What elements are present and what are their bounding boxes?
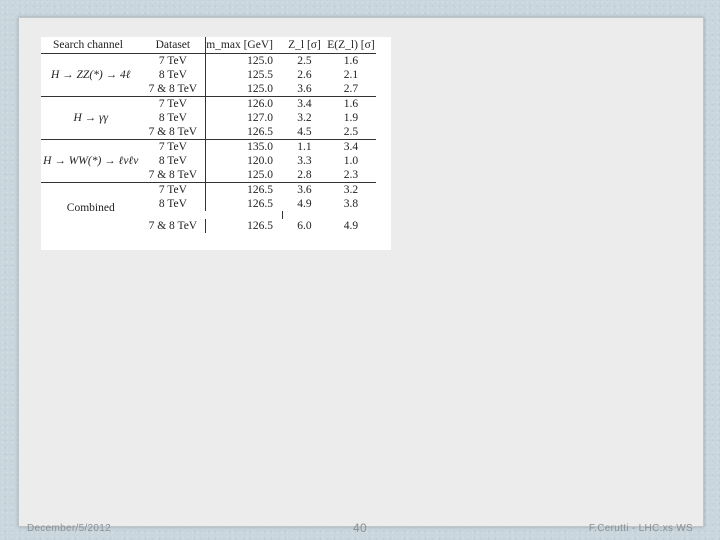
zl-cell: 3.3 (297, 155, 312, 167)
channel-cell: H → ZZ(*) → 4ℓ (41, 53, 141, 97)
channel-cell: H → γγ (41, 96, 141, 140)
mmax-cell: 125.0 (205, 168, 283, 183)
mmax-cell: 125.0 (247, 55, 273, 67)
ezl-cell: 2.1 (343, 69, 359, 81)
zl-cell: 6.0 (297, 220, 312, 232)
mmax-cell: 135.0 (247, 141, 273, 153)
ezl-cell: 1.6 (343, 98, 359, 110)
channel-cell: Combined (66, 202, 115, 214)
header-zl: Z_l [σ] (282, 37, 326, 54)
mmax-cell: 126.5 (247, 198, 273, 210)
table-row: H → ZZ(*) → 4ℓ 7 TeV 125.0 2.5 1.6 (41, 53, 391, 97)
ezl-cell: 3.8 (343, 198, 359, 210)
mmax-cell: 125.0 (205, 82, 283, 97)
footer-page-number: 40 (353, 521, 367, 535)
table-row: Combined 7 TeV 126.5 3.6 3.2 (41, 182, 391, 214)
zl-cell: 4.5 (282, 125, 326, 140)
dataset-cell: 7 & 8 TeV (140, 168, 207, 183)
dataset-cell: 7 TeV (140, 53, 207, 68)
header-search-channel: Search channel (41, 37, 141, 54)
dataset-cell: 7 & 8 TeV (140, 125, 207, 140)
ezl-cell: 3.4 (343, 141, 359, 153)
ezl-cell: 2.7 (325, 82, 377, 97)
results-table-image: Search channel Dataset m_max [GeV] Z_l [… (41, 37, 391, 250)
footer-date: December/5/2012 (27, 523, 111, 534)
zl-cell: 4.9 (297, 198, 312, 210)
dataset-cell: 8 TeV (140, 197, 207, 211)
dataset-cell: 8 TeV (140, 68, 207, 82)
ezl-cell: 3.2 (343, 184, 359, 196)
zl-cell: 3.6 (282, 82, 326, 97)
mmax-cell: 125.5 (247, 69, 273, 81)
ezl-cell: 1.6 (343, 55, 359, 67)
dataset-cell: 7 TeV (140, 182, 207, 197)
zl-cell: 2.8 (282, 168, 326, 183)
dataset-cell: 7 & 8 TeV (140, 219, 207, 233)
dataset-cell: 8 TeV (140, 154, 207, 168)
mmax-cell: 127.0 (247, 112, 273, 124)
dataset-cell: 8 TeV (140, 111, 207, 125)
mmax-cell: 126.5 (247, 220, 273, 232)
zl-cell: 2.6 (297, 69, 312, 81)
table-row: H → WW(*) → ℓνℓν 7 TeV 135.0 1.1 3.4 (41, 139, 391, 183)
ezl-cell: 2.3 (325, 168, 377, 183)
mmax-cell: 120.0 (247, 155, 273, 167)
ezl-cell: 1.0 (343, 155, 359, 167)
ezl-cell: 2.5 (325, 125, 377, 140)
table-row: H → γγ 7 TeV 126.0 3.4 1.6 (41, 96, 391, 140)
zl-cell: 3.2 (297, 112, 312, 124)
ezl-cell: 4.9 (343, 220, 359, 232)
channel-cell: H → WW(*) → ℓνℓν (41, 139, 141, 183)
zl-cell: 1.1 (297, 141, 312, 153)
zl-cell: 3.6 (297, 184, 312, 196)
header-mmax: m_max [GeV] (205, 37, 283, 54)
mmax-cell: 126.0 (247, 98, 273, 110)
mmax-cell: 126.5 (205, 125, 283, 140)
footer-author: F.Cerutti - LHC.xs WS (588, 523, 693, 534)
ezl-cell: 1.9 (343, 112, 359, 124)
header-ezl: E(Z_l) [σ] (325, 37, 377, 54)
dataset-cell: 7 TeV (140, 139, 207, 154)
table-header-row: Search channel Dataset m_max [GeV] Z_l [… (41, 37, 391, 54)
mmax-cell: 126.5 (247, 184, 273, 196)
dataset-cell: 7 & 8 TeV (140, 82, 207, 97)
results-table: Search channel Dataset m_max [GeV] Z_l [… (41, 37, 391, 233)
slide: Search channel Dataset m_max [GeV] Z_l [… (18, 17, 704, 535)
zl-cell: 2.5 (297, 55, 312, 67)
zl-cell: 3.4 (297, 98, 312, 110)
dataset-cell: 7 TeV (140, 96, 207, 111)
header-dataset: Dataset (140, 37, 207, 54)
